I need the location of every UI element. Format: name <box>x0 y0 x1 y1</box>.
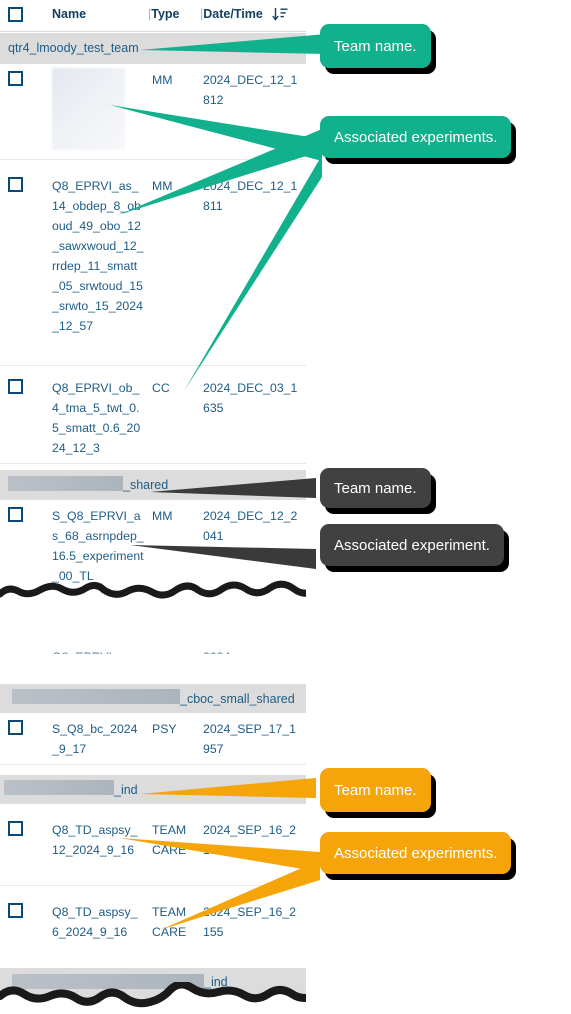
row-checkbox[interactable] <box>8 720 23 735</box>
cell-name[interactable]: S_Q8_bc_2024_9_17 <box>52 719 144 759</box>
column-header-datetime-label: Date/Time <box>203 7 263 21</box>
team-name-label: _cboc_small_shared <box>180 692 295 706</box>
callout-orange-team-name: Team name. <box>320 768 431 812</box>
callout-teal-associated-experiments: Associated experiments. <box>320 116 512 158</box>
row-checkbox[interactable] <box>8 177 23 192</box>
column-header-type[interactable]: |Type <box>148 7 180 21</box>
callout-label: Associated experiments. <box>334 128 498 146</box>
leader-line-orange-experiments <box>120 826 335 936</box>
sort-descending-icon[interactable] <box>272 7 288 25</box>
row-checkbox[interactable] <box>8 821 23 836</box>
leader-line-dark-team <box>150 470 330 510</box>
group-row-team[interactable]: _cboc_small_shared <box>0 684 306 713</box>
table-row[interactable]: S_Q8_bc_2024_9_17 PSY 2024_SEP_17_1957 <box>0 713 306 765</box>
column-header-name[interactable]: Name <box>52 7 86 21</box>
team-name-label: _ind <box>114 783 138 797</box>
clipped-text-fragment: Q8_EPRVI_ 2024_ <box>0 650 306 668</box>
torn-edge-divider <box>0 578 306 612</box>
callout-label: Associated experiments. <box>334 844 498 862</box>
torn-edge-divider-bottom <box>0 980 306 1014</box>
redaction-bar <box>8 476 123 491</box>
callout-label: Associated experiment. <box>334 536 490 554</box>
callout-teal-team-name: Team name. <box>320 24 431 68</box>
callout-label: Team name. <box>334 781 417 799</box>
callout-label: Team name. <box>334 479 417 497</box>
row-checkbox[interactable] <box>8 507 23 522</box>
callout-orange-associated-experiments: Associated experiments. <box>320 832 512 874</box>
leader-line-teal-experiments <box>108 95 348 395</box>
column-header-datetime[interactable]: |Date/Time <box>200 7 263 21</box>
leader-line-dark-experiment <box>130 525 330 575</box>
row-checkbox[interactable] <box>8 903 23 918</box>
clipped-fragment-right: 2024_ <box>203 650 238 664</box>
leader-line-teal-team <box>140 28 340 68</box>
clipped-fragment-left: Q8_EPRVI_ <box>52 650 119 664</box>
callout-label: Team name. <box>334 37 417 55</box>
cell-type: MM <box>152 73 173 87</box>
row-checkbox[interactable] <box>8 379 23 394</box>
row-checkbox[interactable] <box>8 71 23 86</box>
redaction-bar <box>12 689 180 704</box>
leader-line-orange-team <box>140 770 330 810</box>
cell-datetime: 2024_SEP_17_1957 <box>203 722 296 756</box>
cell-type: PSY <box>152 722 177 736</box>
select-all-checkbox[interactable] <box>8 7 23 22</box>
redaction-bar <box>4 780 114 795</box>
team-name-label: qtr4_lmoody_test_team <box>8 41 139 55</box>
column-header-type-label: Type <box>151 7 180 21</box>
callout-dark-team-name: Team name. <box>320 468 431 508</box>
callout-dark-associated-experiment: Associated experiment. <box>320 524 504 566</box>
